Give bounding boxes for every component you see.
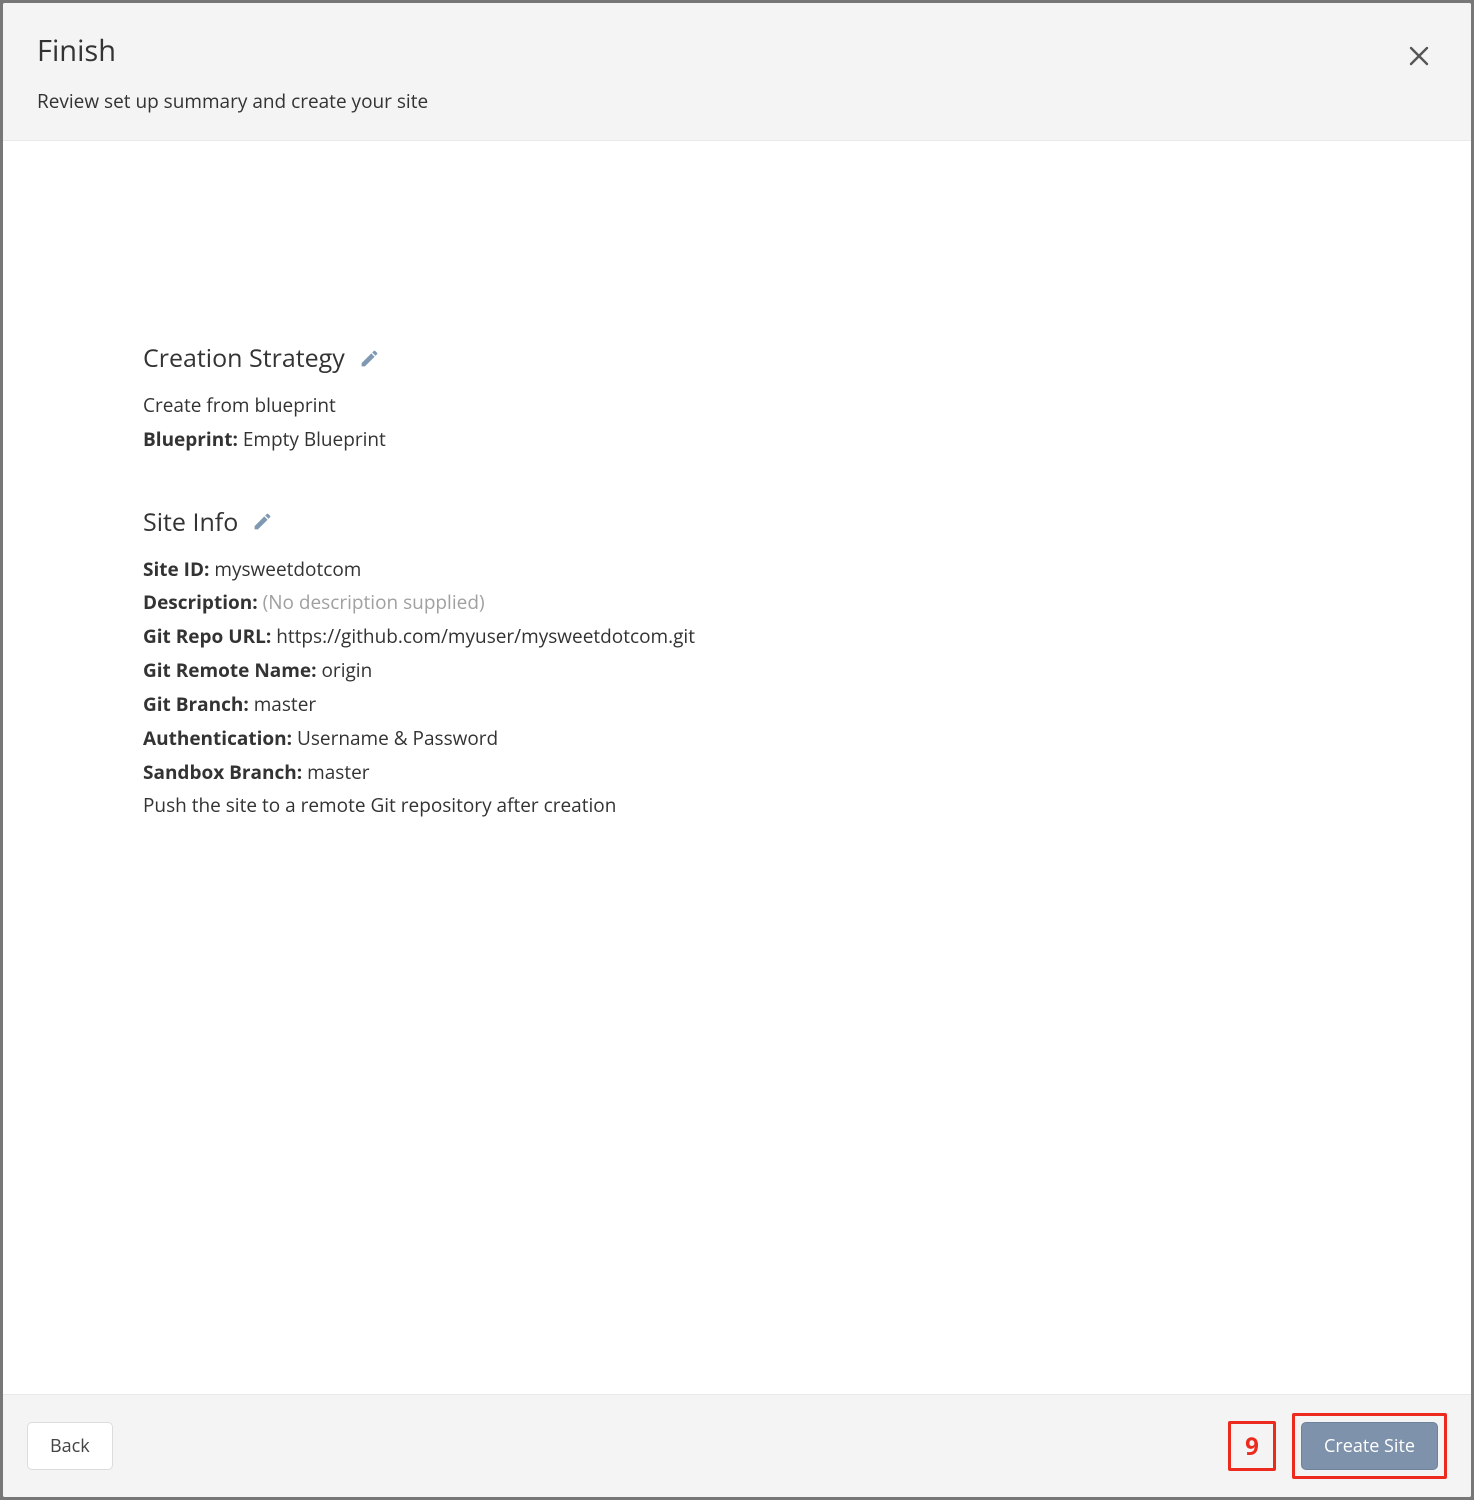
close-icon (1407, 44, 1431, 74)
pencil-icon[interactable] (252, 511, 273, 532)
creation-from-blueprint: Create from blueprint (143, 389, 1331, 423)
blueprint-label: Blueprint: (143, 426, 238, 452)
dialog-subtitle: Review set up summary and create your si… (37, 88, 1437, 114)
authentication-label: Authentication: (143, 725, 292, 751)
git-repo-url-label: Git Repo URL: (143, 623, 271, 649)
git-repo-url-row: Git Repo URL: https://github.com/myuser/… (143, 620, 1331, 654)
finish-dialog: Finish Review set up summary and create … (3, 3, 1471, 1497)
create-site-button[interactable]: Create Site (1301, 1422, 1438, 1470)
git-repo-url-value: https://github.com/myuser/mysweetdotcom.… (276, 623, 695, 649)
sandbox-branch-label: Sandbox Branch: (143, 759, 302, 785)
close-button[interactable] (1401, 41, 1437, 77)
dialog-header: Finish Review set up summary and create … (3, 3, 1471, 141)
creation-strategy-section: Creation Strategy Create from blueprint … (143, 341, 1331, 457)
site-id-label: Site ID: (143, 556, 209, 582)
sandbox-branch-row: Sandbox Branch: master (143, 756, 1331, 790)
git-branch-value: master (254, 691, 316, 717)
pencil-icon[interactable] (359, 348, 380, 369)
footer-right-group: 9 Create Site (1228, 1413, 1447, 1479)
sandbox-branch-value: master (307, 759, 369, 785)
dialog-body: Creation Strategy Create from blueprint … (3, 141, 1471, 1394)
authentication-row: Authentication: Username & Password (143, 722, 1331, 756)
site-info-heading: Site Info (143, 505, 238, 539)
site-id-row: Site ID: mysweetdotcom (143, 553, 1331, 587)
site-id-value: mysweetdotcom (214, 556, 361, 582)
authentication-value: Username & Password (297, 725, 498, 751)
git-branch-label: Git Branch: (143, 691, 249, 717)
annotation-number-9: 9 (1228, 1421, 1276, 1471)
git-remote-name-row: Git Remote Name: origin (143, 654, 1331, 688)
dialog-footer: Back 9 Create Site (3, 1394, 1471, 1497)
blueprint-value: Empty Blueprint (243, 426, 386, 452)
dialog-title: Finish (37, 31, 1437, 70)
git-remote-name-label: Git Remote Name: (143, 657, 317, 683)
annotation-outline-create-site: Create Site (1292, 1413, 1447, 1479)
push-note: Push the site to a remote Git repository… (143, 789, 1331, 823)
git-branch-row: Git Branch: master (143, 688, 1331, 722)
creation-strategy-heading: Creation Strategy (143, 341, 345, 375)
git-remote-name-value: origin (322, 657, 373, 683)
back-button[interactable]: Back (27, 1422, 113, 1470)
section-heading: Site Info (143, 505, 1331, 539)
description-value: (No description supplied) (263, 589, 485, 615)
description-label: Description: (143, 589, 258, 615)
section-heading: Creation Strategy (143, 341, 1331, 375)
blueprint-row: Blueprint: Empty Blueprint (143, 423, 1331, 457)
site-info-section: Site Info Site ID: mysweetdotcom Descrip… (143, 505, 1331, 824)
description-row: Description: (No description supplied) (143, 586, 1331, 620)
